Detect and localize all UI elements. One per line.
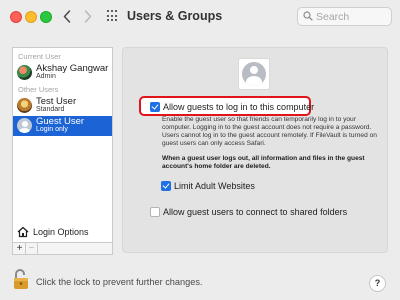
guest-avatar — [17, 118, 32, 133]
back-button[interactable] — [59, 7, 75, 25]
window-title: Users & Groups — [127, 9, 223, 23]
current-user-header: Current User — [18, 52, 61, 61]
user-row-test[interactable]: Test User Standard — [13, 96, 112, 116]
login-options-item[interactable]: Login Options — [17, 225, 89, 239]
guest-settings-panel — [122, 47, 388, 253]
search-input[interactable] — [316, 9, 386, 24]
lock-status-text: Click the lock to prevent further change… — [36, 277, 203, 287]
shared-folders-checkbox[interactable] — [150, 207, 160, 217]
akshay-avatar — [17, 65, 32, 80]
guest-user-picture[interactable] — [238, 58, 270, 90]
lock-button[interactable] — [12, 268, 30, 290]
chevron-right-icon — [84, 9, 92, 23]
user-role: Admin — [36, 73, 56, 80]
other-users-header: Other Users — [18, 85, 59, 94]
zoom-window-button[interactable] — [40, 11, 52, 23]
list-controls: + − — [12, 243, 113, 255]
logout-warning: When a guest user logs out, all informat… — [162, 155, 365, 170]
guest-description: Enable the guest user so that friends ca… — [162, 116, 377, 147]
user-role: Login only — [36, 126, 68, 133]
login-options-label: Login Options — [33, 227, 89, 237]
search-field[interactable] — [297, 7, 392, 26]
help-button[interactable]: ? — [369, 275, 386, 292]
title-bar: Users & Groups — [0, 0, 400, 32]
show-all-grid-icon[interactable] — [107, 10, 119, 22]
remove-user-button[interactable]: − — [26, 243, 38, 254]
users-list: Current User Akshay Gangwar Admin Other … — [12, 47, 113, 243]
chevron-left-icon — [63, 9, 71, 23]
minimize-window-button[interactable] — [25, 11, 37, 23]
user-role: Standard — [36, 106, 65, 113]
shared-folders-label[interactable]: Allow guest users to connect to shared f… — [163, 207, 347, 217]
user-silhouette-icon — [242, 62, 266, 86]
limit-adult-websites-label[interactable]: Limit Adult Websites — [174, 181, 255, 191]
user-row-guest[interactable]: Guest User Login only — [13, 116, 112, 136]
allow-guests-checkbox[interactable] — [150, 102, 160, 112]
limit-adult-websites-checkbox[interactable] — [161, 181, 171, 191]
test-avatar — [17, 98, 32, 113]
search-icon — [303, 11, 313, 21]
house-icon — [17, 226, 29, 238]
user-row-akshay[interactable]: Akshay Gangwar Admin — [13, 63, 112, 83]
allow-guests-label[interactable]: Allow guests to log in to this computer — [163, 102, 314, 112]
close-window-button[interactable] — [10, 11, 22, 23]
unlocked-padlock-icon — [14, 269, 28, 289]
forward-button[interactable] — [80, 7, 96, 25]
add-user-button[interactable]: + — [14, 243, 26, 254]
